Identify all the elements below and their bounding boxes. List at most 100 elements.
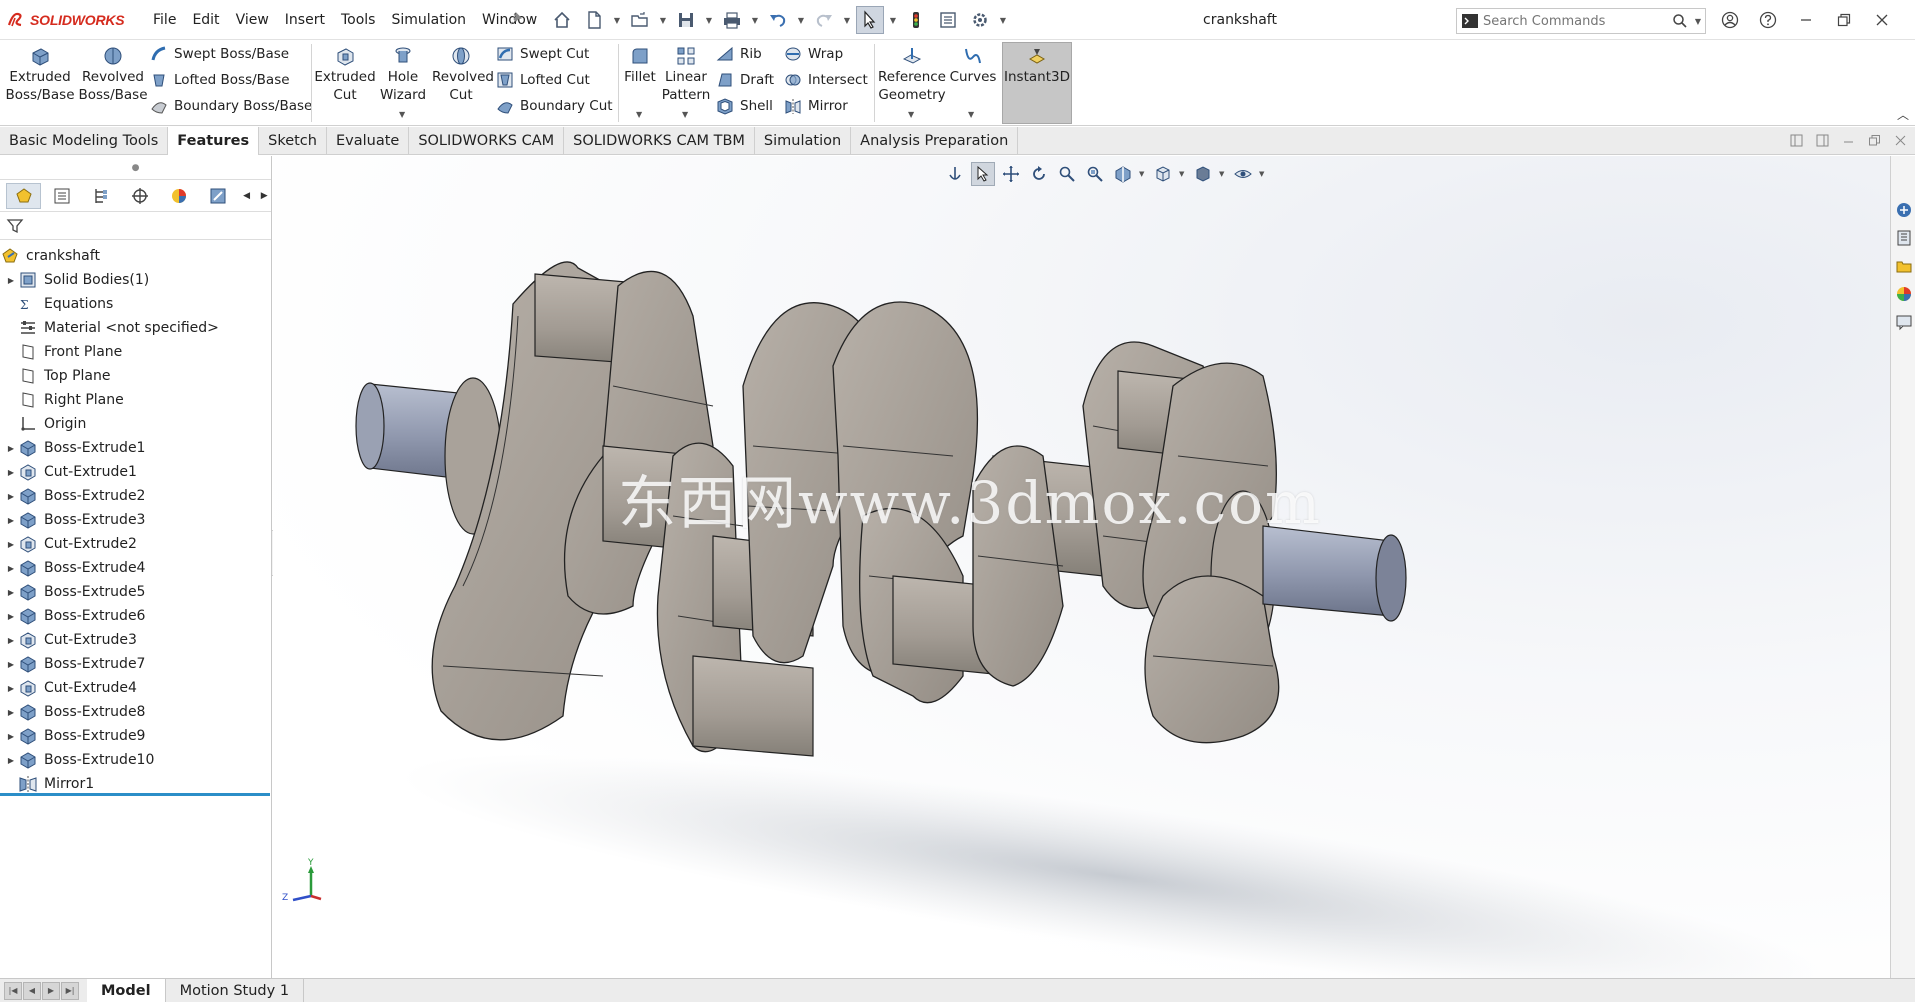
menu-edit[interactable]: Edit (184, 10, 227, 30)
swept-cut-button[interactable]: Swept Cut (496, 42, 589, 66)
pan-icon[interactable] (999, 162, 1023, 186)
redo-dropdown-icon[interactable]: ▼ (842, 6, 852, 34)
tree-item-origin[interactable]: Origin (0, 412, 271, 436)
prev-tab-icon[interactable]: ◀ (23, 981, 41, 1000)
tab-basic-modeling-tools[interactable]: Basic Modeling Tools (0, 127, 169, 155)
tabs-scroll-left-icon[interactable]: ◀ (240, 191, 254, 201)
open-dropdown-icon[interactable]: ▼ (658, 6, 668, 34)
instant3d-button[interactable]: Instant3D (1002, 42, 1072, 124)
shell-button[interactable]: Shell (716, 94, 773, 118)
expand-arrow-icon[interactable]: ▶ (4, 516, 18, 525)
fillet-dropdown-icon[interactable]: ▼ (636, 110, 642, 119)
tree-item-boss-extrude2[interactable]: ▶ Boss-Extrude2 (0, 484, 271, 508)
menu-view[interactable]: View (228, 10, 277, 30)
new-document-icon[interactable] (580, 6, 608, 34)
wrap-button[interactable]: Wrap (784, 42, 843, 66)
view-orientation-anchor-icon[interactable] (943, 162, 967, 186)
tree-item-cut-extrude1[interactable]: ▶ Cut-Extrude1 (0, 460, 271, 484)
options-dropdown-icon[interactable]: ▼ (998, 6, 1008, 34)
select-dropdown-icon[interactable]: ▼ (888, 6, 898, 34)
tree-filter[interactable] (0, 212, 271, 240)
close-icon[interactable] (1867, 6, 1897, 34)
display-style-icon[interactable] (1191, 162, 1215, 186)
tree-item-boss-extrude6[interactable]: ▶ Boss-Extrude6 (0, 604, 271, 628)
undo-dropdown-icon[interactable]: ▼ (796, 6, 806, 34)
tab-motion-study-1[interactable]: Motion Study 1 (166, 978, 305, 1002)
search-icon[interactable] (1669, 10, 1691, 32)
search-input[interactable] (1483, 13, 1669, 29)
save-dropdown-icon[interactable]: ▼ (704, 6, 714, 34)
extruded-boss-button[interactable]: Extruded Boss/Base (4, 43, 76, 123)
file-explorer-icon[interactable] (1891, 252, 1915, 280)
expand-arrow-icon[interactable]: ▶ (4, 660, 18, 669)
boundary-cut-button[interactable]: Boundary Cut (496, 94, 613, 118)
section-view-dropdown-icon[interactable]: ▼ (1139, 170, 1147, 178)
tab-evaluate[interactable]: Evaluate (327, 127, 410, 155)
expand-arrow-icon[interactable]: ▶ (4, 444, 18, 453)
feature-manager-tab-icon[interactable] (6, 182, 42, 209)
tab-solidworks-cam[interactable]: SOLIDWORKS CAM (409, 127, 565, 155)
expand-arrow-icon[interactable]: ▶ (4, 564, 18, 573)
design-library-icon[interactable] (1891, 224, 1915, 252)
view-orientation-dropdown-icon[interactable]: ▼ (1179, 170, 1187, 178)
menu-simulation[interactable]: Simulation (383, 10, 474, 30)
first-tab-icon[interactable]: |◀ (4, 981, 22, 1000)
search-commands[interactable]: ▼ (1456, 8, 1706, 34)
undo-icon[interactable] (764, 6, 792, 34)
new-dropdown-icon[interactable]: ▼ (612, 6, 622, 34)
rollback-bar[interactable] (0, 793, 270, 796)
save-icon[interactable] (672, 6, 700, 34)
tab-analysis-preparation[interactable]: Analysis Preparation (851, 127, 1019, 155)
help-icon[interactable] (1753, 6, 1783, 34)
zoom-to-fit-icon[interactable] (1083, 162, 1107, 186)
redo-icon[interactable] (810, 6, 838, 34)
expand-arrow-icon[interactable]: ▶ (4, 612, 18, 621)
hole-wizard-dropdown-icon[interactable]: ▼ (399, 110, 405, 119)
tree-item-boss-extrude3[interactable]: ▶ Boss-Extrude3 (0, 508, 271, 532)
expand-arrow-icon[interactable]: ▶ (4, 276, 18, 285)
appearances-icon[interactable] (1891, 280, 1915, 308)
viewport-close-icon[interactable] (1894, 134, 1907, 147)
tab-sketch[interactable]: Sketch (259, 127, 327, 155)
intersect-button[interactable]: Intersect (784, 68, 868, 92)
rotate-icon[interactable] (1027, 162, 1051, 186)
expand-arrow-icon[interactable]: ▶ (4, 684, 18, 693)
crankshaft-model[interactable] (273, 156, 1890, 978)
menu-insert[interactable]: Insert (277, 10, 333, 30)
tree-item-right-plane[interactable]: Right Plane (0, 388, 271, 412)
options-gear-icon[interactable] (966, 6, 994, 34)
expand-arrow-icon[interactable]: ▶ (4, 588, 18, 597)
tree-item-boss-extrude5[interactable]: ▶ Boss-Extrude5 (0, 580, 271, 604)
panel-grip[interactable]: ● (0, 156, 271, 180)
select-pointer-icon[interactable] (971, 162, 995, 186)
rib-button[interactable]: Rib (716, 42, 762, 66)
revolved-boss-button[interactable]: Revolved Boss/Base (78, 43, 148, 123)
expand-arrow-icon[interactable]: ▶ (4, 756, 18, 765)
tab-model[interactable]: Model (87, 978, 166, 1002)
custom-properties-icon[interactable] (1891, 308, 1915, 336)
rebuild-icon[interactable] (902, 6, 930, 34)
tree-item-boss-extrude1[interactable]: ▶ Boss-Extrude1 (0, 436, 271, 460)
mirror-button[interactable]: Mirror (784, 94, 848, 118)
minimize-icon[interactable] (1791, 6, 1821, 34)
expand-arrow-icon[interactable]: ▶ (4, 732, 18, 741)
next-tab-icon[interactable]: ▶ (42, 981, 60, 1000)
tree-item-cut-extrude2[interactable]: ▶ Cut-Extrude2 (0, 532, 271, 556)
tabs-scroll-right-icon[interactable]: ▶ (257, 191, 271, 201)
select-icon[interactable] (856, 6, 884, 34)
tree-item-boss-extrude8[interactable]: ▶ Boss-Extrude8 (0, 700, 271, 724)
solidworks-resources-icon[interactable] (1891, 196, 1915, 224)
viewport-restore-icon[interactable] (1868, 134, 1881, 147)
cam-manager-tab-icon[interactable] (201, 183, 236, 209)
expand-arrow-icon[interactable]: ▶ (4, 492, 18, 501)
last-tab-icon[interactable]: ▶| (61, 981, 79, 1000)
filter-icon[interactable] (6, 217, 24, 235)
expand-arrow-icon[interactable]: ▶ (4, 468, 18, 477)
file-properties-icon[interactable] (934, 6, 962, 34)
extruded-cut-button[interactable]: Extruded Cut (314, 43, 376, 123)
open-icon[interactable] (626, 6, 654, 34)
tab-solidworks-cam-tbm[interactable]: SOLIDWORKS CAM TBM (564, 127, 755, 155)
tree-item-boss-extrude7[interactable]: ▶ Boss-Extrude7 (0, 652, 271, 676)
lofted-cut-button[interactable]: Lofted Cut (496, 68, 590, 92)
hide-show-items-icon[interactable] (1231, 162, 1255, 186)
